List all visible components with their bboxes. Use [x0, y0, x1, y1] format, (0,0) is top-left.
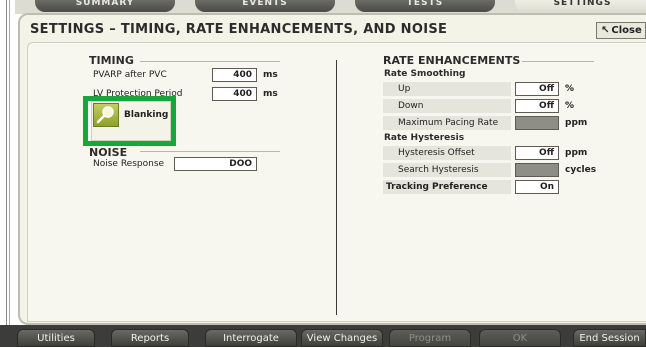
down-label: Down — [398, 101, 424, 111]
max-pacing-rate-field[interactable] — [515, 116, 559, 130]
end-session-button[interactable]: End Session — [573, 329, 646, 347]
search-hysteresis-unit: cycles — [565, 165, 597, 175]
search-hysteresis-label: Search Hysteresis — [398, 165, 479, 175]
tracking-preference-label: Tracking Preference — [386, 182, 488, 192]
hysteresis-offset-field[interactable]: Off — [515, 146, 559, 160]
blanking-highlight — [83, 96, 176, 146]
hysteresis-offset-unit: ppm — [565, 148, 588, 158]
noise-header-line — [140, 151, 280, 152]
max-pacing-rate-unit: ppm — [565, 118, 588, 128]
tab-strip: SUMMARY EVENTS TESTS SETTINGS — [15, 0, 646, 14]
down-unit: % — [565, 101, 575, 111]
tab-summary[interactable]: SUMMARY — [35, 0, 175, 12]
tracking-preference-field[interactable]: On — [515, 180, 559, 194]
rate-smoothing-header: Rate Smoothing — [384, 69, 466, 79]
tab-settings[interactable]: SETTINGS — [515, 0, 646, 12]
pvarp-label: PVARP after PVC — [93, 70, 167, 80]
rate-enhancements-header-line — [522, 61, 594, 62]
program-button[interactable]: Program — [389, 329, 471, 347]
dialog-title: SETTINGS – TIMING, RATE ENHANCEMENTS, AN… — [30, 22, 448, 37]
tab-events[interactable]: EVENTS — [195, 0, 335, 12]
interrogate-button[interactable]: Interrogate — [205, 329, 297, 347]
column-divider — [336, 60, 337, 315]
noise-header: NOISE — [89, 146, 128, 159]
up-unit: % — [565, 84, 575, 94]
max-pacing-rate-label: Maximum Pacing Rate — [398, 118, 499, 128]
close-arrow-icon: ↖ — [601, 25, 610, 36]
lv-protection-field[interactable]: 400 — [212, 87, 257, 101]
utilities-button[interactable]: Utilities — [17, 329, 95, 347]
noise-response-label: Noise Response — [93, 159, 165, 169]
rate-enhancements-header: RATE ENHANCEMENTS — [383, 54, 521, 67]
close-button[interactable]: ↖ Close — [596, 22, 646, 39]
hysteresis-offset-label: Hysteresis Offset — [398, 148, 475, 158]
reports-button[interactable]: Reports — [111, 329, 189, 347]
pvarp-field[interactable]: 400 — [212, 68, 257, 82]
pvarp-unit: ms — [263, 70, 278, 80]
up-label: Up — [398, 84, 411, 94]
tab-tests[interactable]: TESTS — [355, 0, 495, 12]
ok-button[interactable]: OK — [479, 329, 561, 347]
noise-response-field[interactable]: DOO — [174, 157, 257, 171]
lv-protection-unit: ms — [263, 89, 278, 99]
rate-hysteresis-header: Rate Hysteresis — [384, 133, 465, 143]
up-field[interactable]: Off — [515, 82, 559, 96]
timing-header: TIMING — [89, 54, 134, 67]
view-changes-button[interactable]: View Changes — [301, 329, 383, 347]
timing-header-line — [140, 61, 280, 62]
close-label: Close — [611, 25, 642, 36]
search-hysteresis-field[interactable] — [515, 163, 559, 177]
down-field[interactable]: Off — [515, 99, 559, 113]
left-border-strip — [0, 0, 15, 347]
